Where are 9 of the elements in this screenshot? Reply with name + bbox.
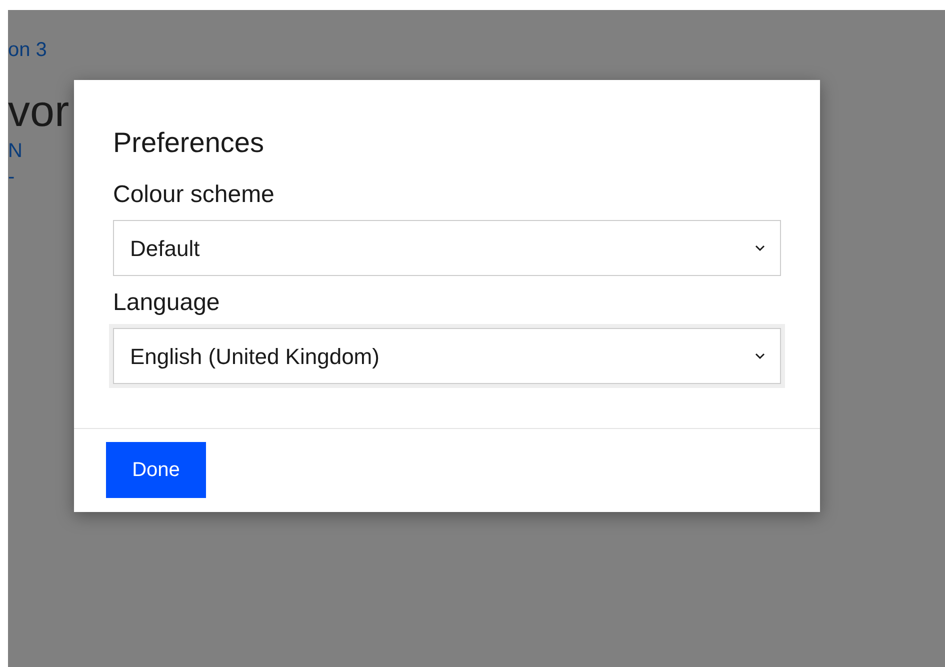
page-heading: vor (8, 88, 70, 136)
field-label: Colour scheme (113, 180, 274, 210)
chevron-down-icon (754, 244, 766, 252)
field-label: Language (113, 288, 220, 318)
chevron-down-icon (754, 352, 766, 360)
select-field[interactable]: Default (113, 220, 781, 276)
select-field[interactable]: English (United Kingdom) (113, 328, 781, 384)
dialog-title: Preferences (113, 126, 265, 160)
done-button[interactable]: Done (106, 442, 206, 498)
